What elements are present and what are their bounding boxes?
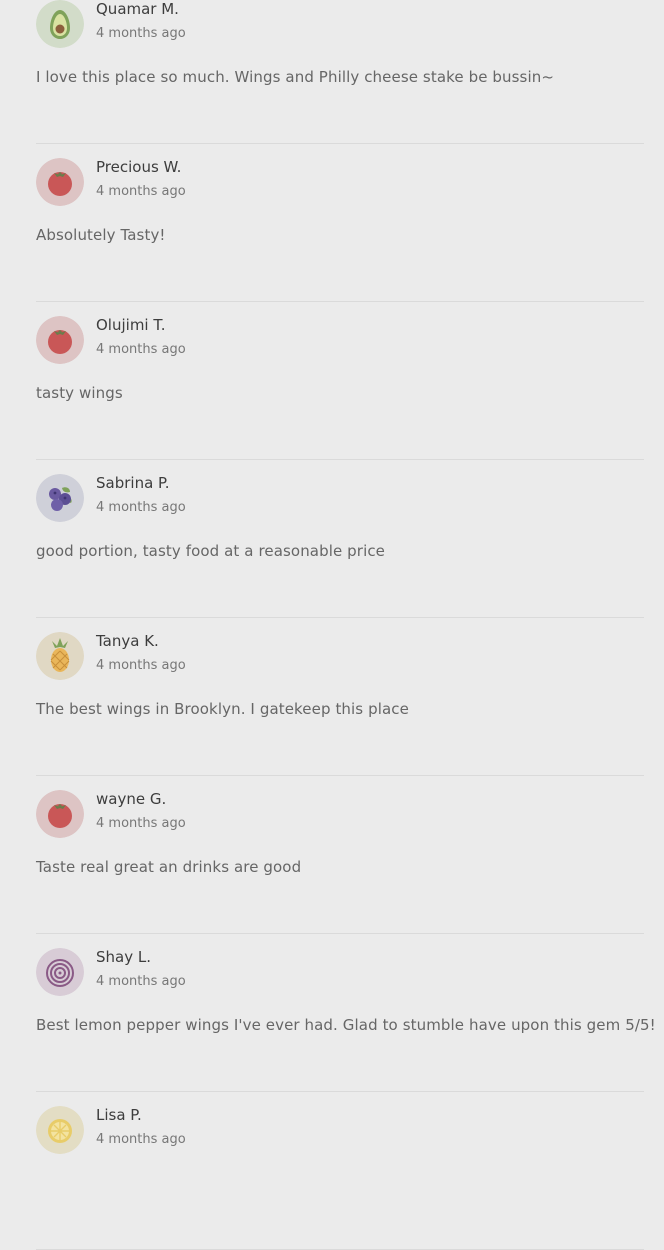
avocado-icon — [36, 0, 84, 48]
review-text: I love this place so much. Wings and Phi… — [36, 68, 554, 86]
review-text: tasty wings — [36, 384, 123, 402]
review-text: Taste real great an drinks are good — [36, 858, 302, 876]
reviewer-name: wayne G. — [96, 790, 167, 808]
review-item: Lisa P. 4 months ago — [36, 1092, 644, 1250]
lemon-icon — [36, 1106, 84, 1154]
reviewer-name: Shay L. — [96, 948, 151, 966]
reviews-feed: Quamar M. 4 months ago I love this place… — [36, 0, 656, 1250]
review-item: Shay L. 4 months ago Best lemon pepper w… — [36, 934, 656, 1092]
review-item: Tanya K. 4 months ago The best wings in … — [36, 618, 644, 776]
review-text: Absolutely Tasty! — [36, 226, 166, 244]
review-timestamp: 4 months ago — [96, 500, 186, 515]
reviewer-name: Lisa P. — [96, 1106, 142, 1124]
reviewer-name: Tanya K. — [96, 632, 159, 650]
review-item: Sabrina P. 4 months ago good portion, ta… — [36, 460, 644, 618]
review-timestamp: 4 months ago — [96, 1132, 186, 1147]
review-item: Precious W. 4 months ago Absolutely Tast… — [36, 144, 644, 302]
reviewer-name: Precious W. — [96, 158, 182, 176]
review-text: good portion, tasty food at a reasonable… — [36, 542, 386, 560]
tomato-icon — [36, 316, 84, 364]
blueberry-icon — [36, 474, 84, 522]
review-text: The best wings in Brooklyn. I gatekeep t… — [36, 700, 409, 718]
review-timestamp: 4 months ago — [96, 26, 186, 41]
review-item: Quamar M. 4 months ago I love this place… — [36, 0, 644, 144]
review-timestamp: 4 months ago — [96, 184, 186, 199]
review-text: Best lemon pepper wings I've ever had. G… — [36, 1016, 656, 1034]
review-item: Olujimi T. 4 months ago tasty wings — [36, 302, 644, 460]
reviewer-name: Sabrina P. — [96, 474, 170, 492]
review-timestamp: 4 months ago — [96, 342, 186, 357]
tomato-icon — [36, 790, 84, 838]
reviewer-name: Quamar M. — [96, 0, 179, 18]
review-item: wayne G. 4 months ago Taste real great a… — [36, 776, 644, 934]
reviewer-name: Olujimi T. — [96, 316, 166, 334]
tomato-icon — [36, 158, 84, 206]
review-timestamp: 4 months ago — [96, 974, 186, 989]
review-timestamp: 4 months ago — [96, 816, 186, 831]
onion-icon — [36, 948, 84, 996]
pineapple-icon — [36, 632, 84, 680]
review-timestamp: 4 months ago — [96, 658, 186, 673]
